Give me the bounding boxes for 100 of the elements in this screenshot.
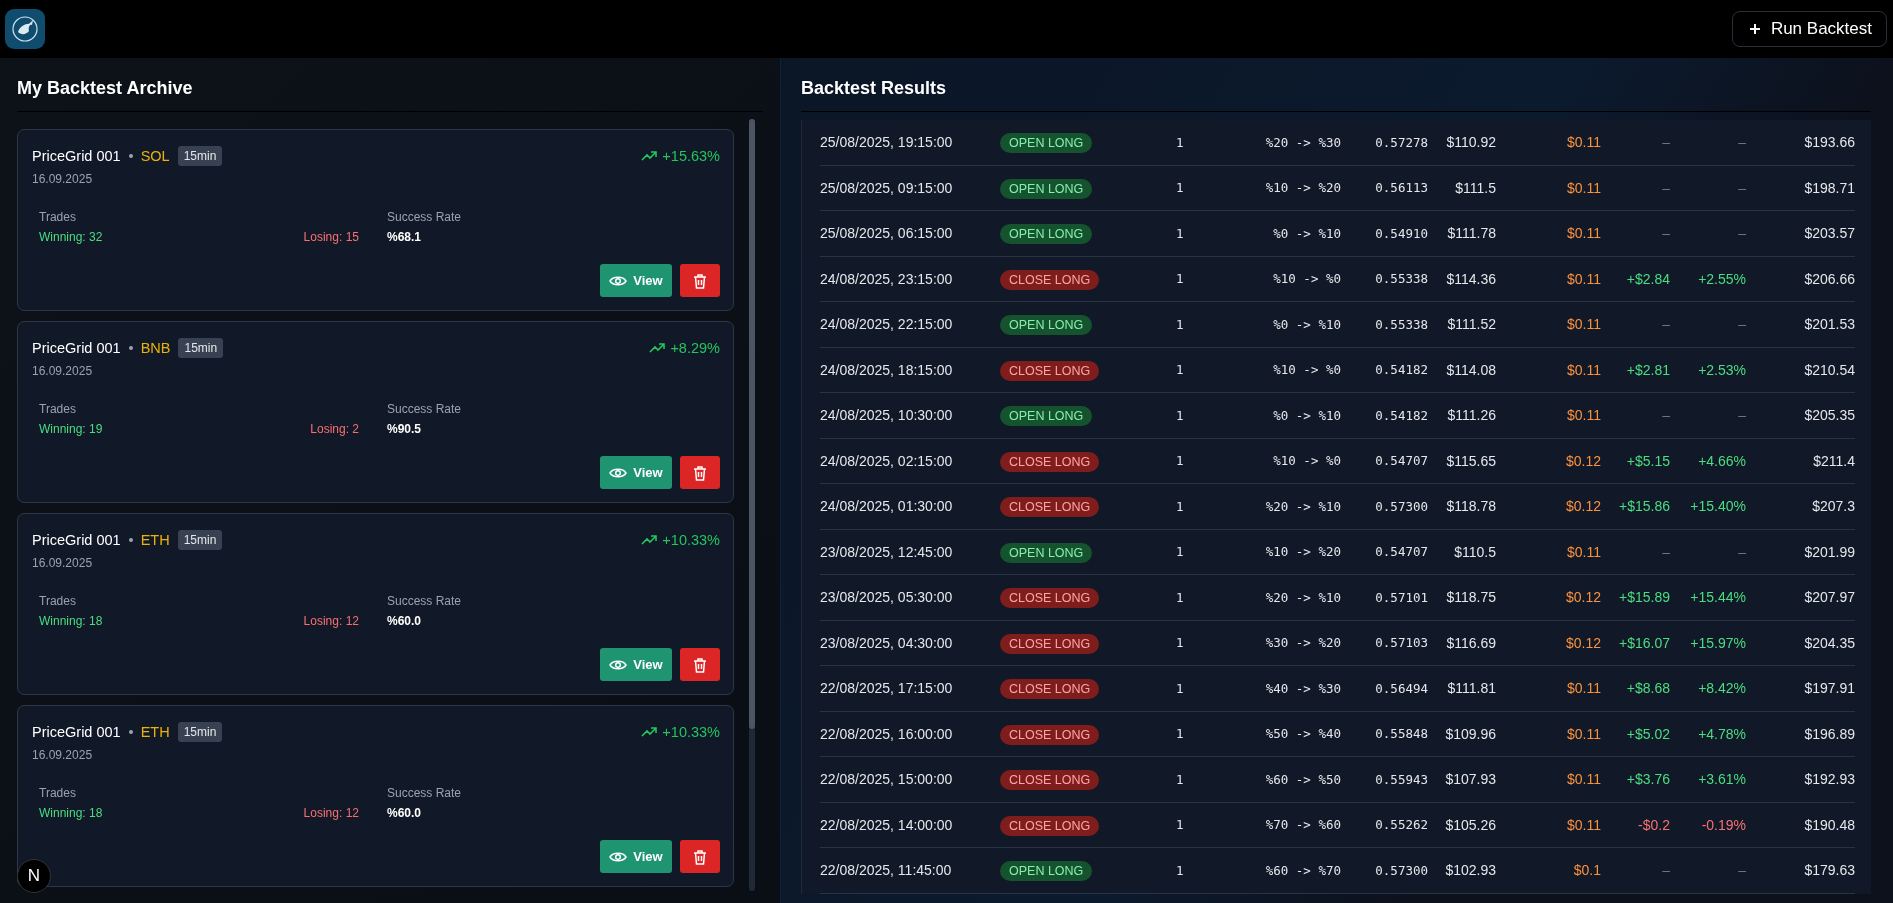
- balance-cell-text: $207.97: [1803, 589, 1855, 606]
- timeframe-badge: 15min: [177, 530, 223, 550]
- value-cell-text: $111.78: [1446, 225, 1496, 242]
- time-cell-text: 22/08/2025, 16:00:00: [820, 725, 954, 742]
- pnl-cell-text: +$16.07: [1618, 634, 1670, 651]
- quantity-cell-text: 1: [1176, 862, 1185, 878]
- pnl-cell-text: +$8.68: [1625, 680, 1670, 697]
- timeframe-badge: 15min: [177, 722, 223, 742]
- fee-cell-text: $0.11: [1566, 361, 1601, 378]
- balance-cell-text: $193.66: [1803, 134, 1855, 151]
- timeframe-badge: 15min: [177, 146, 223, 166]
- run-backtest-button[interactable]: Run Backtest: [1731, 11, 1887, 47]
- balance-cell-text: $197.91: [1803, 680, 1855, 697]
- eye-icon: [609, 466, 628, 479]
- action-badge: CLOSE LONG: [1000, 497, 1100, 518]
- fee-cell-text: $0.11: [1566, 134, 1601, 151]
- range-cell-text: %30 -> %20: [1264, 635, 1341, 651]
- success-rate-label: Success Rate: [387, 594, 462, 608]
- quantity-cell-text: 1: [1176, 726, 1185, 742]
- action-badge: CLOSE LONG: [1000, 724, 1100, 745]
- pnl-percent-cell-text: +15.44%: [1689, 589, 1746, 606]
- delete-button[interactable]: [680, 456, 720, 489]
- success-rate-label: Success Rate: [387, 786, 462, 800]
- time-cell-text: 24/08/2025, 10:30:00: [820, 407, 954, 424]
- trash-icon: [693, 272, 707, 289]
- range-cell-text: %0 -> %10: [1272, 316, 1341, 332]
- quantity-cell-text: 1: [1176, 225, 1185, 241]
- pnl-percent-cell-text: –: [1737, 225, 1746, 242]
- pnl-cell-text: +$3.76: [1625, 771, 1670, 788]
- eye-icon: [609, 274, 628, 287]
- scrollbar-thumb[interactable]: [749, 119, 755, 729]
- time-cell-text: 24/08/2025, 23:15:00: [820, 270, 954, 287]
- value-cell-text: $105.26: [1444, 816, 1496, 833]
- value-cell-text: $118.78: [1445, 498, 1496, 515]
- pnl-percent-cell-text: –: [1737, 134, 1746, 151]
- price-cell-text: 0.54182: [1374, 407, 1428, 423]
- fee-cell-text: $0.11: [1566, 270, 1601, 287]
- price-cell-text: 0.55338: [1374, 316, 1428, 332]
- price-cell-text: 0.56113: [1374, 180, 1428, 196]
- losing-count: Losing: 2: [310, 422, 359, 436]
- trades-label: Trades: [39, 594, 77, 608]
- fee-cell-text: $0.11: [1566, 179, 1601, 196]
- action-badge: CLOSE LONG: [1000, 269, 1100, 290]
- action-badge: CLOSE LONG: [1000, 588, 1100, 609]
- trend-up-icon: [649, 343, 666, 353]
- time-cell-text: 24/08/2025, 18:15:00: [820, 361, 954, 378]
- view-button[interactable]: View: [600, 648, 672, 681]
- balance-cell-text: $206.66: [1803, 270, 1855, 287]
- trash-icon: [693, 464, 707, 481]
- view-button[interactable]: View: [600, 264, 672, 297]
- timeframe-badge: 15min: [178, 338, 224, 358]
- balance-cell-text: $204.35: [1803, 634, 1855, 651]
- price-cell-text: 0.57300: [1374, 498, 1428, 514]
- fee-cell-text: $0.12: [1564, 589, 1601, 606]
- pnl-percent-cell-text: +4.66%: [1697, 452, 1746, 469]
- action-badge: OPEN LONG: [1000, 178, 1093, 199]
- value-cell-text: $110.5: [1453, 543, 1496, 560]
- action-badge: CLOSE LONG: [1000, 451, 1100, 472]
- delete-button[interactable]: [680, 648, 720, 681]
- range-cell-text: %10 -> %0: [1272, 271, 1341, 287]
- quantity-cell-text: 1: [1176, 817, 1185, 833]
- quantity-cell-text: 1: [1176, 544, 1185, 560]
- value-cell-text: $111.52: [1446, 316, 1496, 333]
- success-rate-value: %90.5: [387, 422, 423, 436]
- time-cell-text: 25/08/2025, 06:15:00: [820, 225, 954, 242]
- price-cell-text: 0.57300: [1374, 862, 1428, 878]
- balance-cell-text: $207.3: [1811, 498, 1855, 515]
- action-badge: CLOSE LONG: [1000, 679, 1100, 700]
- value-cell-text: $118.75: [1445, 589, 1496, 606]
- separator-dot-icon: [128, 538, 133, 542]
- view-button[interactable]: View: [600, 456, 672, 489]
- range-cell-text: %10 -> %0: [1272, 362, 1341, 378]
- range-cell-text: %0 -> %10: [1272, 407, 1341, 423]
- time-cell-text: 22/08/2025, 14:00:00: [820, 816, 954, 833]
- action-badge: OPEN LONG: [1000, 406, 1093, 427]
- fee-cell-text: $0.11: [1566, 407, 1601, 424]
- price-cell-text: 0.55943: [1374, 771, 1428, 787]
- view-button[interactable]: View: [600, 840, 672, 873]
- action-badge: CLOSE LONG: [1000, 360, 1100, 381]
- losing-count: Losing: 12: [303, 806, 359, 820]
- value-cell-text: $115.65: [1445, 452, 1496, 469]
- strategy-name: PriceGrid 001: [32, 724, 121, 740]
- balance-cell-text: $203.57: [1803, 225, 1855, 242]
- pnl-cell-text: –: [1661, 225, 1670, 242]
- panel-title: Backtest Results: [801, 58, 1871, 112]
- price-cell-text: 0.55338: [1374, 271, 1428, 287]
- pnl-cell-text: +$15.86: [1618, 498, 1670, 515]
- price-cell-text: 0.54182: [1374, 362, 1428, 378]
- delete-button[interactable]: [680, 264, 720, 297]
- value-cell-text: $111.5: [1454, 179, 1496, 196]
- trades-label: Trades: [39, 210, 77, 224]
- winning-count: Winning: 32: [39, 230, 103, 244]
- pnl-cell-text: +$15.89: [1618, 589, 1670, 606]
- plus-icon: [1748, 23, 1761, 35]
- delete-button[interactable]: [680, 840, 720, 873]
- price-cell-text: 0.55262: [1374, 817, 1428, 833]
- winning-count: Winning: 19: [39, 422, 103, 436]
- return-value: +8.29%: [649, 340, 720, 356]
- price-cell-text: 0.54707: [1374, 453, 1428, 469]
- pnl-cell-text: –: [1661, 543, 1670, 560]
